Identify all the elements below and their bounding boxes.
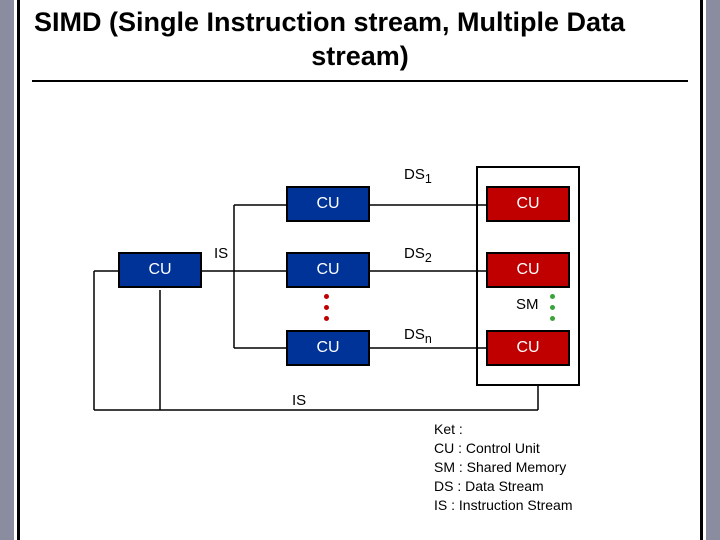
- node-pu2: CU: [286, 252, 370, 288]
- node-cu-main-label: CU: [148, 261, 171, 279]
- legend: Ket : CU : Control Unit SM : Shared Memo…: [434, 420, 573, 514]
- label-ds2-sub: 2: [425, 251, 432, 265]
- node-pu1-label: CU: [316, 195, 339, 213]
- dot-icon: [324, 316, 329, 321]
- dot-icon: [550, 294, 555, 299]
- label-dsn-sub: n: [425, 332, 432, 346]
- slide: SIMD (Single Instruction stream, Multipl…: [0, 0, 720, 540]
- node-cu-main: CU: [118, 252, 202, 288]
- dot-icon: [550, 305, 555, 310]
- diagram-canvas: CU CU CU CU CU CU CU: [14, 0, 720, 540]
- label-dsn-text: DS: [404, 326, 425, 343]
- label-ds2-text: DS: [404, 245, 425, 262]
- label-sm: SM: [516, 296, 539, 313]
- dot-icon: [550, 316, 555, 321]
- label-ds2: DS2: [404, 245, 432, 265]
- dot-icon: [324, 294, 329, 299]
- vdots-right: [550, 294, 555, 321]
- vdots-left: [324, 294, 329, 321]
- label-ds1-text: DS: [404, 166, 425, 183]
- node-pu1: CU: [286, 186, 370, 222]
- node-mmn: CU: [486, 330, 570, 366]
- label-is-bottom: IS: [292, 392, 306, 409]
- legend-cu: CU : Control Unit: [434, 439, 573, 458]
- node-mm1: CU: [486, 186, 570, 222]
- node-mm2-label: CU: [516, 261, 539, 279]
- node-mm2: CU: [486, 252, 570, 288]
- legend-ds: DS : Data Stream: [434, 477, 573, 496]
- label-is-left: IS: [214, 245, 228, 262]
- node-mm1-label: CU: [516, 195, 539, 213]
- label-dsn: DSn: [404, 326, 432, 346]
- dot-icon: [324, 305, 329, 310]
- legend-is: IS : Instruction Stream: [434, 496, 573, 515]
- node-pu2-label: CU: [316, 261, 339, 279]
- label-ds1-sub: 1: [425, 172, 432, 186]
- node-mmn-label: CU: [516, 339, 539, 357]
- legend-heading: Ket :: [434, 420, 573, 439]
- node-pun: CU: [286, 330, 370, 366]
- legend-sm: SM : Shared Memory: [434, 458, 573, 477]
- node-pun-label: CU: [316, 339, 339, 357]
- label-ds1: DS1: [404, 166, 432, 186]
